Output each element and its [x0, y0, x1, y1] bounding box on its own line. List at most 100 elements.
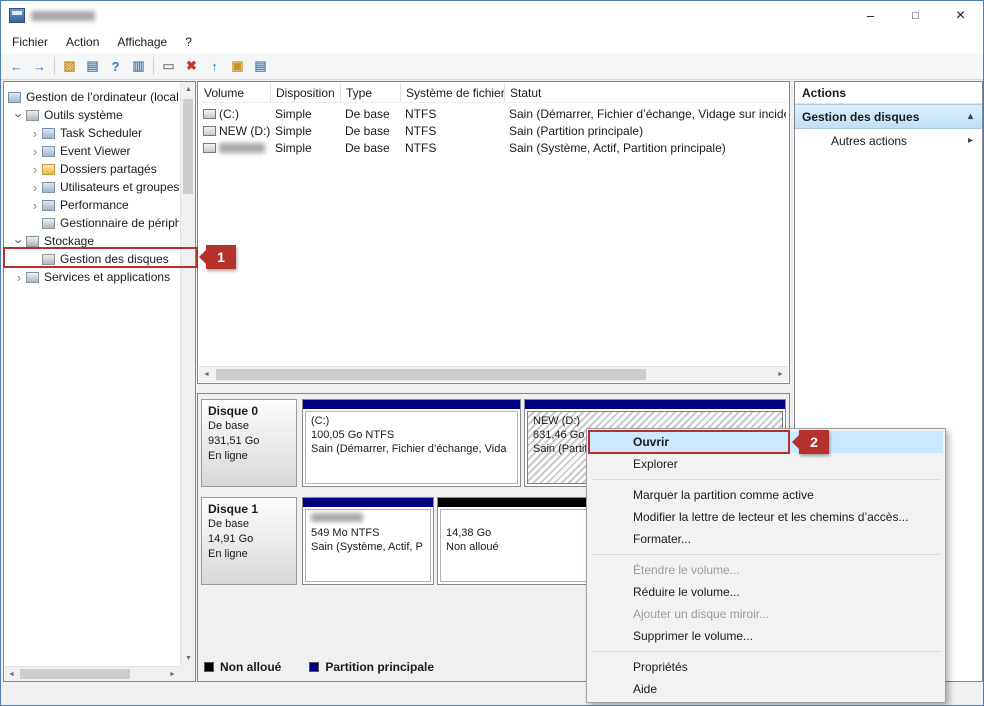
chevron-up-icon[interactable]: ▴	[968, 111, 973, 122]
column-header-disposition[interactable]: Disposition	[271, 83, 341, 102]
menu-item-supprimer-volume[interactable]: Supprimer le volume...	[589, 625, 943, 647]
list-view-icon[interactable]: ▤	[249, 55, 272, 77]
menu-item-modifier-lettre[interactable]: Modifier la lettre de lecteur et les che…	[589, 506, 943, 528]
maximize-button[interactable]: □	[893, 1, 938, 30]
column-header-type[interactable]: Type	[341, 83, 401, 102]
more-actions-label: Autres actions	[831, 134, 907, 148]
tree-item-device-manager[interactable]: Gestionnaire de périphé	[4, 214, 179, 232]
scroll-down-icon[interactable]: ▼	[181, 651, 196, 666]
volume-list-horizontal-scrollbar[interactable]: ◄ ►	[199, 366, 788, 382]
scrollbar-thumb[interactable]	[183, 99, 193, 194]
tree-item-task-scheduler[interactable]: › Task Scheduler	[4, 124, 179, 142]
help-icon[interactable]: ?	[104, 55, 127, 77]
scroll-left-icon[interactable]: ◄	[199, 367, 214, 382]
disk-status: En ligne	[208, 547, 290, 562]
disk-0-label-box[interactable]: Disque 0 De base 931,51 Go En ligne	[201, 399, 297, 487]
tree-item-event-viewer[interactable]: › Event Viewer	[4, 142, 179, 160]
table-row[interactable]: (C:) Simple De base NTFS Sain (Démarrer,…	[199, 106, 788, 123]
actions-more-actions[interactable]: Autres actions ▸	[795, 129, 982, 153]
partition-system[interactable]: 549 Mo NTFS Sain (Système, Actif, P	[302, 497, 434, 585]
scroll-left-icon[interactable]: ◄	[4, 667, 19, 682]
expander-collapsed-icon[interactable]: ›	[28, 144, 42, 159]
tree-item-label: Services et applications	[44, 270, 170, 284]
tree-item-storage[interactable]: › Stockage	[4, 232, 179, 250]
primary-partition-strip	[303, 400, 520, 409]
table-row[interactable]: Simple De base NTFS Sain (Système, Actif…	[199, 140, 788, 157]
column-header-filesystem[interactable]: Système de fichiers	[401, 83, 505, 102]
expander-collapsed-icon[interactable]: ›	[28, 198, 42, 213]
tree-item-system-tools[interactable]: › Outils système	[4, 106, 179, 124]
tree-item-label: Task Scheduler	[60, 126, 142, 140]
scroll-up-icon[interactable]: ▲	[181, 82, 196, 97]
menu-affichage[interactable]: Affichage	[108, 32, 176, 52]
menu-item-ouvrir[interactable]: Ouvrir	[589, 431, 943, 453]
tree-item-label: Utilisateurs et groupes l	[60, 180, 179, 194]
menu-action[interactable]: Action	[57, 32, 108, 52]
open-icon[interactable]: ▣	[226, 55, 249, 77]
expander-expanded-icon[interactable]: ›	[12, 108, 27, 122]
tree-item-local-users-groups[interactable]: › Utilisateurs et groupes l	[4, 178, 179, 196]
scrollbar-thumb[interactable]	[20, 669, 130, 679]
table-row[interactable]: NEW (D:) Simple De base NTFS Sain (Parti…	[199, 123, 788, 140]
tree-item-label: Performance	[60, 198, 129, 212]
cell-status: Sain (Partition principale)	[509, 124, 786, 138]
menu-item-explorer[interactable]: Explorer	[589, 453, 943, 475]
export-list-icon[interactable]: ▤	[81, 55, 104, 77]
expander-collapsed-icon[interactable]: ›	[28, 162, 42, 177]
expander-collapsed-icon[interactable]: ›	[28, 126, 42, 141]
menu-item-etendre-volume: Étendre le volume...	[589, 559, 943, 581]
actions-disk-management-header[interactable]: Gestion des disques ▴	[795, 104, 982, 129]
expander-collapsed-icon[interactable]: ›	[28, 180, 42, 195]
partition-c[interactable]: (C:) 100,05 Go NTFS Sain (Démarrer, Fich…	[302, 399, 521, 487]
title-bar: – □ ×	[1, 1, 983, 31]
minimize-button[interactable]: –	[848, 1, 893, 30]
cell-filesystem: NTFS	[405, 124, 505, 138]
tree-vertical-scrollbar[interactable]: ▲ ▼	[180, 82, 195, 666]
tree-item-services-applications[interactable]: › Services et applications	[4, 268, 179, 286]
unallocated-swatch-icon	[204, 662, 214, 672]
tree-item-shared-folders[interactable]: › Dossiers partagés	[4, 160, 179, 178]
show-action-pane-icon[interactable]: ▥	[127, 55, 150, 77]
menu-help[interactable]: ?	[176, 32, 201, 52]
menu-item-reduire-volume[interactable]: Réduire le volume...	[589, 581, 943, 603]
tree-horizontal-scrollbar[interactable]: ◄ ►	[4, 666, 180, 681]
partition-status: Sain (Démarrer, Fichier d’échange, Vida	[311, 442, 512, 456]
back-icon[interactable]: ←	[5, 55, 28, 77]
menu-fichier[interactable]: Fichier	[3, 32, 57, 52]
delete-icon[interactable]: ✖	[180, 55, 203, 77]
menu-item-formater[interactable]: Formater...	[589, 528, 943, 550]
tree-item-performance[interactable]: › Performance	[4, 196, 179, 214]
console-note-icon[interactable]: ▭	[157, 55, 180, 77]
partition-size: 549 Mo NTFS	[311, 526, 425, 540]
scrollbar-thumb[interactable]	[216, 369, 646, 380]
refresh-icon[interactable]: ↑	[203, 55, 226, 77]
disk-1-label-box[interactable]: Disque 1 De base 14,91 Go En ligne	[201, 497, 297, 585]
partition-size: 100,05 Go NTFS	[311, 428, 512, 442]
volume-icon	[203, 109, 216, 119]
scroll-right-icon[interactable]: ►	[773, 367, 788, 382]
menu-item-aide[interactable]: Aide	[589, 678, 943, 700]
forward-icon[interactable]: →	[28, 55, 51, 77]
column-header-status[interactable]: Statut	[505, 83, 788, 102]
disk-management-icon	[42, 254, 55, 265]
shared-folders-icon	[42, 164, 55, 175]
tree-item-label: Stockage	[44, 234, 94, 248]
menu-item-marquer-active[interactable]: Marquer la partition comme active	[589, 484, 943, 506]
column-header-volume[interactable]: Volume	[199, 83, 271, 102]
legend-label-primary: Partition principale	[325, 660, 434, 674]
users-icon	[42, 182, 55, 193]
menu-item-proprietes[interactable]: Propriétés	[589, 656, 943, 678]
cell-disposition: Simple	[275, 124, 341, 138]
cell-type: De base	[345, 124, 401, 138]
expander-expanded-icon[interactable]: ›	[12, 234, 27, 248]
close-button[interactable]: ×	[938, 1, 983, 30]
legend-label-unallocated: Non alloué	[220, 660, 281, 674]
show-console-tree-icon[interactable]: ▧	[58, 55, 81, 77]
disk-size: 14,91 Go	[208, 532, 290, 547]
context-menu: Ouvrir Explorer Marquer la partition com…	[586, 428, 946, 703]
chevron-right-icon[interactable]: ▸	[968, 135, 973, 146]
tree-item-disk-management[interactable]: Gestion des disques	[4, 250, 179, 268]
scroll-right-icon[interactable]: ►	[165, 667, 180, 682]
tree-item-computer-management[interactable]: Gestion de l’ordinateur (local)	[4, 88, 179, 106]
expander-collapsed-icon[interactable]: ›	[12, 270, 26, 285]
